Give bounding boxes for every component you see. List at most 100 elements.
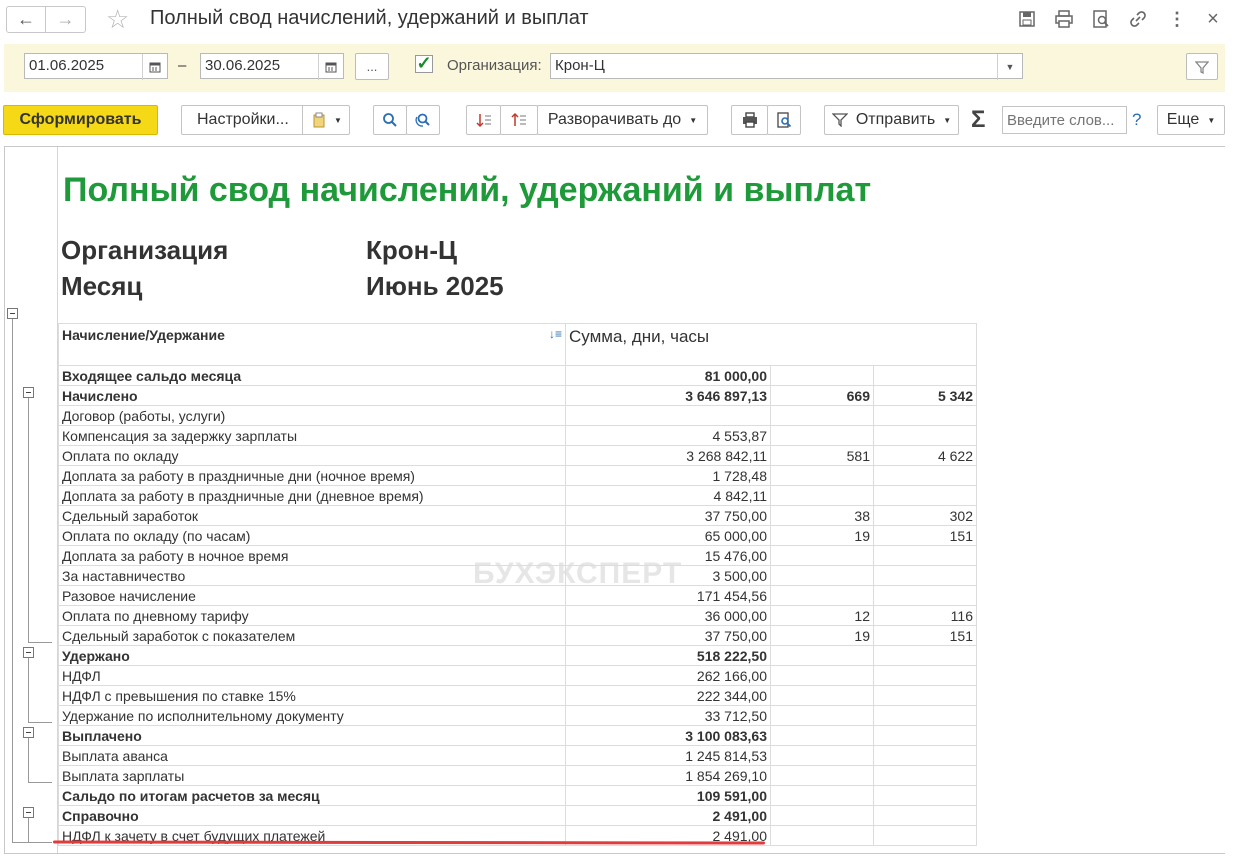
group-collapse-toggle[interactable] (23, 387, 34, 398)
date-from-field[interactable]: 01.06.2025 (24, 53, 168, 80)
row-sum[interactable]: 262 166,00 (565, 665, 771, 686)
calendar-icon[interactable] (142, 54, 167, 80)
row-days[interactable] (770, 365, 874, 386)
row-days[interactable] (770, 665, 874, 686)
more-vertical-icon[interactable]: ⋮ (1166, 8, 1188, 30)
organization-checkbox[interactable]: ✓ (415, 54, 433, 73)
row-hours[interactable] (873, 585, 977, 606)
table-row[interactable]: Сдельный заработок с показателем 37 750,0… (58, 625, 977, 646)
forward-button[interactable]: → (46, 6, 86, 33)
row-sum[interactable]: 3 500,00 (565, 565, 771, 586)
variants-icon[interactable]: ▼ (302, 106, 351, 134)
row-label[interactable]: Компенсация за задержку зарплаты (58, 425, 566, 446)
row-days[interactable]: 19 (770, 525, 874, 546)
generate-report-button[interactable]: Сформировать (3, 105, 158, 135)
row-days[interactable] (770, 745, 874, 766)
calendar-icon[interactable] (318, 54, 343, 80)
more-button[interactable]: Еще ▼ (1157, 105, 1225, 135)
row-days[interactable]: 12 (770, 605, 874, 626)
row-label[interactable]: Удержано (58, 645, 566, 666)
row-days[interactable] (770, 765, 874, 786)
row-days[interactable] (770, 645, 874, 666)
row-sum[interactable]: 1 728,48 (565, 465, 771, 486)
row-days[interactable] (770, 705, 874, 726)
print-button[interactable] (731, 105, 768, 135)
row-sum[interactable] (565, 405, 771, 426)
row-sum[interactable]: 15 476,00 (565, 545, 771, 566)
row-hours[interactable] (873, 665, 977, 686)
period-select-button[interactable]: ... (355, 53, 389, 80)
row-sum[interactable]: 2 491,00 (565, 805, 771, 826)
row-hours[interactable] (873, 765, 977, 786)
row-label[interactable]: Оплата по дневному тарифу (58, 605, 566, 626)
sum-icon[interactable]: Σ (971, 106, 985, 134)
table-row[interactable]: Договор (работы, услуги) (58, 405, 977, 426)
send-button[interactable]: Отправить ▼ (824, 105, 959, 135)
row-label[interactable]: Доплата за работу в ночное время (58, 545, 566, 566)
row-hours[interactable]: 151 (873, 525, 977, 546)
row-label[interactable]: Выплачено (58, 725, 566, 746)
row-sum[interactable]: 3 268 842,11 (565, 445, 771, 466)
row-label[interactable]: За наставничество (58, 565, 566, 586)
row-sum[interactable]: 3 100 083,63 (565, 725, 771, 746)
row-days[interactable] (770, 805, 874, 826)
row-hours[interactable]: 116 (873, 605, 977, 626)
expand-to-button[interactable]: Разворачивать до ▼ (537, 105, 708, 135)
row-label[interactable]: Договор (работы, услуги) (58, 405, 566, 426)
row-days[interactable] (770, 585, 874, 606)
row-label[interactable]: Сальдо по итогам расчетов за месяц (58, 785, 566, 806)
group-collapse-toggle[interactable] (23, 727, 34, 738)
row-label[interactable]: НДФЛ (58, 665, 566, 686)
row-sum[interactable]: 109 591,00 (565, 785, 771, 806)
row-sum[interactable]: 37 750,00 (565, 505, 771, 526)
row-sum[interactable]: 222 344,00 (565, 685, 771, 706)
row-hours[interactable] (873, 545, 977, 566)
help-icon[interactable]: ? (1132, 110, 1141, 130)
row-days[interactable]: 581 (770, 445, 874, 466)
search-input[interactable] (1002, 106, 1127, 134)
preview-icon[interactable] (1090, 8, 1112, 30)
column-header-item[interactable]: Начисление/Удержание ↓≡ (58, 323, 566, 366)
dropdown-icon[interactable]: ▼ (997, 54, 1022, 80)
row-days[interactable]: 38 (770, 505, 874, 526)
table-row[interactable]: НДФЛ с превышения по ставке 15% 222 344,0… (58, 685, 977, 706)
table-row[interactable]: Сдельный заработок 37 750,00 38 302 (58, 505, 977, 526)
table-row[interactable]: Выплачено 3 100 083,63 (58, 725, 977, 746)
settings-button[interactable]: Настройки... ▼ (181, 105, 350, 135)
row-hours[interactable] (873, 645, 977, 666)
table-row[interactable]: Оплата по окладу 3 268 842,11 581 4 622 (58, 445, 977, 466)
print-preview-button[interactable] (767, 105, 801, 135)
find-next-button[interactable] (406, 105, 440, 135)
filter-button[interactable] (1186, 53, 1218, 80)
row-label[interactable]: Оплата по окладу (58, 445, 566, 466)
row-hours[interactable]: 5 342 (873, 385, 977, 406)
row-label[interactable]: Доплата за работу в праздничные дни (дне… (58, 485, 566, 506)
row-hours[interactable] (873, 405, 977, 426)
row-days[interactable] (770, 685, 874, 706)
row-label[interactable]: Разовое начисление (58, 585, 566, 606)
row-days[interactable] (770, 465, 874, 486)
row-label[interactable]: Сдельный заработок с показателем (58, 625, 566, 646)
sort-icon[interactable]: ↓≡ (549, 327, 562, 341)
table-row[interactable]: Выплата зарплаты 1 854 269,10 (58, 765, 977, 786)
row-days[interactable] (770, 485, 874, 506)
row-sum[interactable]: 4 553,87 (565, 425, 771, 446)
row-hours[interactable] (873, 725, 977, 746)
table-row[interactable]: Разовое начисление 171 454,56 (58, 585, 977, 606)
row-label[interactable]: Доплата за работу в праздничные дни (ноч… (58, 465, 566, 486)
row-days[interactable] (770, 785, 874, 806)
table-row[interactable]: Входящее сальдо месяца 81 000,00 (58, 365, 977, 386)
row-days[interactable] (770, 545, 874, 566)
table-row[interactable]: Справочно 2 491,00 (58, 805, 977, 826)
group-collapse-toggle[interactable] (23, 647, 34, 658)
table-row[interactable]: Удержано 518 222,50 (58, 645, 977, 666)
date-to-field[interactable]: 30.06.2025 (200, 53, 344, 80)
row-label[interactable]: Входящее сальдо месяца (58, 365, 566, 386)
table-row[interactable]: Оплата по окладу (по часам) 65 000,00 19 15… (58, 525, 977, 546)
row-hours[interactable]: 4 622 (873, 445, 977, 466)
row-sum[interactable]: 1 854 269,10 (565, 765, 771, 786)
back-button[interactable]: ← (6, 6, 46, 33)
row-hours[interactable] (873, 565, 977, 586)
row-sum[interactable]: 3 646 897,13 (565, 385, 771, 406)
row-sum[interactable]: 65 000,00 (565, 525, 771, 546)
